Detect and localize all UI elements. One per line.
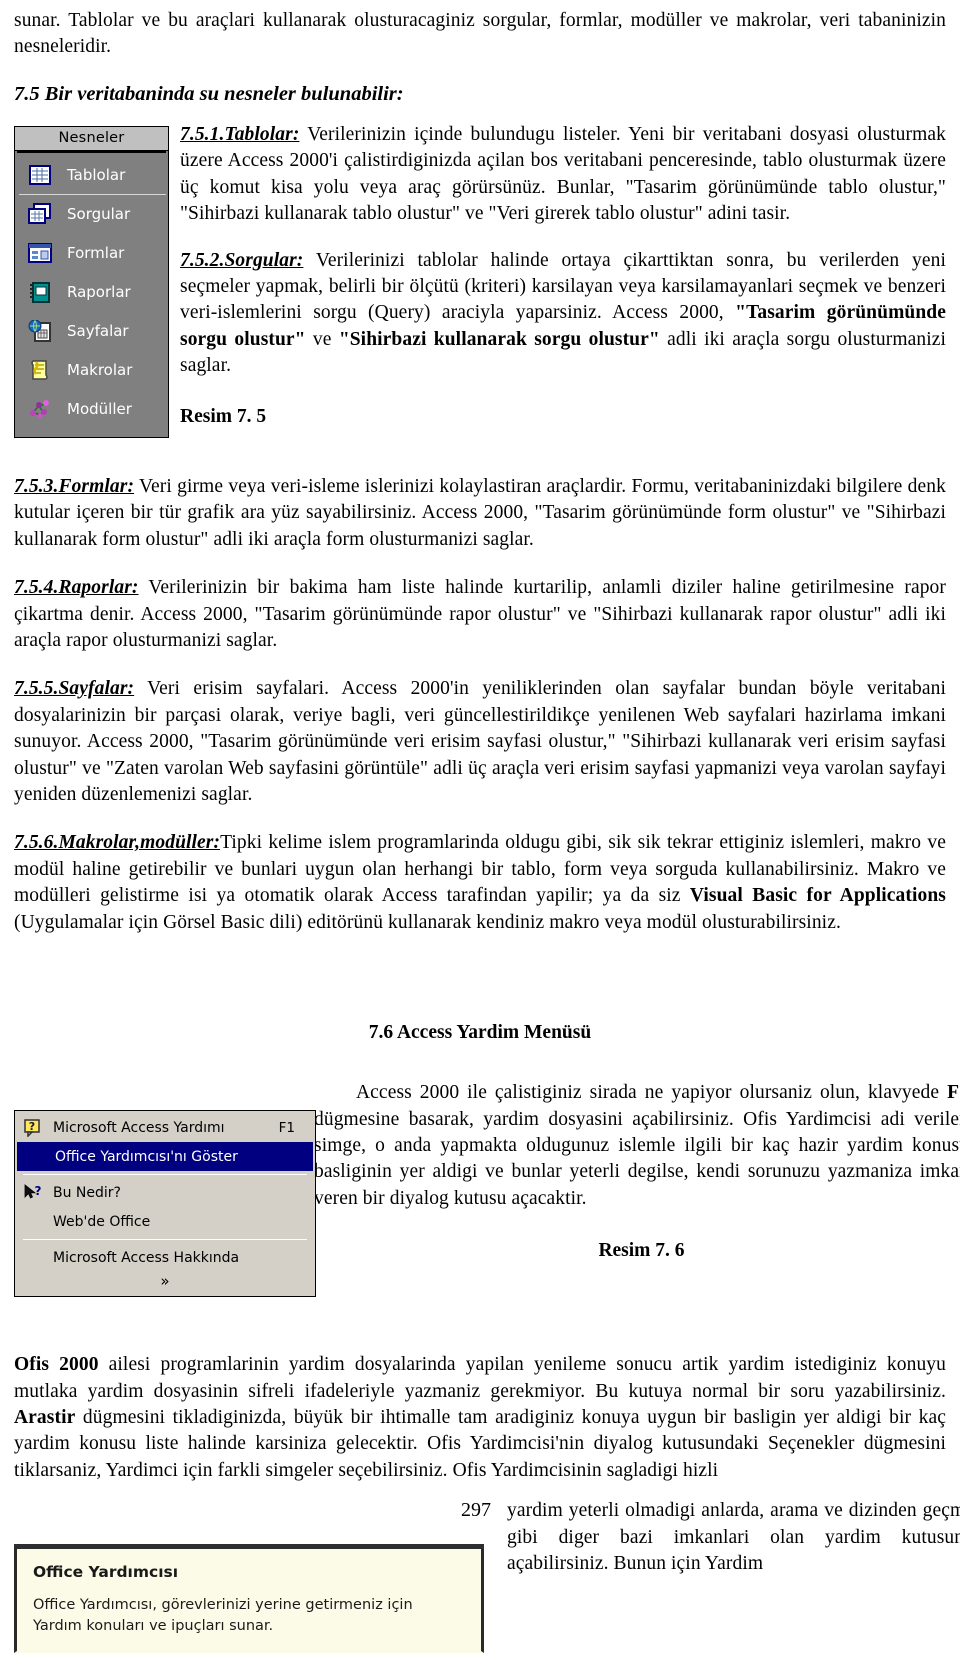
paragraph-7-5-2: 7.5.2.Sorgular: Verilerinizi tablolar ha… (180, 248, 946, 380)
chevron-down-icon[interactable]: » (15, 1272, 315, 1294)
bold-arastir: Arastir (14, 1407, 76, 1429)
top-zone: Nesneler Tablolar Sorgular Formlar Rapor… (14, 122, 946, 452)
access-item-label: Modüller (67, 400, 132, 419)
office-assistant-tooltip: Office Yardımcısı Office Yardımcısı, gör… (14, 1544, 484, 1653)
menu-item-label: Microsoft Access Hakkında (53, 1249, 240, 1266)
menu-item-label: Microsoft Access Yardımı (53, 1119, 225, 1136)
menu-item-office-yardimcisini-goster[interactable]: Office Yardımcısı'nı Göster (17, 1142, 313, 1172)
paragraph-text-after: dügmesine basarak, yardim dosyasini açab… (314, 1108, 960, 1209)
menu-item-microsoft-access-yardimi[interactable]: ? Microsoft Access Yardımı F1 (15, 1113, 315, 1142)
access-item-label: Formlar (67, 244, 125, 263)
paragraph-label: 7.5.6.Makrolar,modüller: (14, 832, 221, 854)
top-right-text-column: 7.5.1.Tablolar: Verilerinizin içinde bul… (180, 122, 946, 428)
access-item-label: Tablolar (67, 165, 126, 184)
paragraph-label: 7.5.5.Sayfalar: (14, 678, 135, 700)
access-objects-panel: Nesneler Tablolar Sorgular Formlar Rapor… (14, 125, 169, 438)
bold-lead-ofis2000: Ofis 2000 (14, 1354, 99, 1376)
caption-resim-7-5: Resim 7. 5 (180, 405, 267, 427)
page-number-value: 297 (461, 1499, 491, 1521)
page-number: 297 (0, 1499, 960, 1522)
arrow-question-icon: ? (21, 1184, 45, 1202)
paragraph-text: Veri girme veya veri-isleme islerinizi k… (14, 475, 946, 550)
paragraph-label: 7.5.1.Tablolar: (180, 123, 300, 145)
menu-item-webde-office[interactable]: Web'de Office (15, 1207, 315, 1236)
paragraph-text-mid: ve (305, 328, 339, 350)
caption-resim-7-6: Resim 7. 6 (598, 1240, 685, 1262)
menu-item-label: Office Yardımcısı'nı Göster (55, 1148, 238, 1165)
closing-text-2: dügmesini tikladiginizda, büyük bir ihti… (14, 1407, 946, 1481)
svg-text:?: ? (35, 1184, 42, 1198)
menu-separator (23, 1174, 307, 1176)
paragraph-label: 7.5.3.Formlar: (14, 475, 135, 497)
query-icon (27, 202, 53, 226)
access-objects-list: Tablolar Sorgular Formlar Raporlar Sayfa… (17, 150, 166, 435)
tooltip-line-2: Yardım konuları ve ipuçları sunar. (33, 1618, 274, 1635)
access-item-raporlar[interactable]: Raporlar (19, 273, 166, 312)
paragraph-7-5-5: 7.5.5.Sayfalar: Veri erisim sayfalari. A… (14, 676, 946, 808)
access-item-sorgular[interactable]: Sorgular (19, 195, 166, 234)
paragraph-label: 7.5.2.Sorgular: (180, 249, 304, 271)
section-76-heading: 7.6 Access Yardim Menüsü (368, 1022, 592, 1044)
closing-text-1: ailesi programlarinin yardim dosyalarind… (14, 1354, 946, 1402)
svg-text:?: ? (29, 1120, 35, 1133)
closing-paragraph: Ofis 2000 ailesi programlarinin yardim d… (14, 1352, 946, 1484)
access-item-label: Makrolar (67, 361, 133, 380)
access-item-moduller[interactable]: Modüller (19, 390, 166, 429)
paragraph-text-before: Access 2000 ile çalistiginiz sirada ne y… (356, 1082, 948, 1104)
section-75-heading: 7.5 Bir veritabaninda su nesneler buluna… (14, 82, 404, 105)
tooltip-title: Office Yardımcısı (33, 1563, 179, 1582)
intro-paragraph: sunar. Tablolar ve bu araçlari kullanara… (14, 10, 946, 58)
bold-phrase-2: "Sihirbazi kullanarak sorgu olustur" (338, 328, 660, 350)
access-item-label: Raporlar (67, 283, 131, 302)
menu-item-label: Bu Nedir? (53, 1184, 121, 1201)
paragraph-7-5-4: 7.5.4.Raporlar: Verilerinizin bir bakima… (14, 575, 946, 654)
access-item-formlar[interactable]: Formlar (19, 234, 166, 273)
tooltip-line-1: Office Yardımcısı, görevlerinizi yerine … (33, 1597, 413, 1614)
access-item-tablolar[interactable]: Tablolar (19, 155, 166, 195)
paragraph-7-6: Access 2000 ile çalistiginiz sirada ne y… (314, 1080, 960, 1212)
macro-icon (27, 358, 53, 382)
paragraph-7-5-3: 7.5.3.Formlar: Veri girme veya veri-isle… (14, 474, 946, 553)
menu-item-bu-nedir[interactable]: ? Bu Nedir? (15, 1178, 315, 1207)
paragraph-7-5-1: 7.5.1.Tablolar: Verilerinizin içinde bul… (180, 122, 946, 228)
menu-separator (23, 1239, 307, 1241)
menu-item-shortcut: F1 (278, 1119, 295, 1136)
module-icon (27, 397, 53, 421)
help-zone: ? Microsoft Access Yardımı F1 Office Yar… (14, 1080, 960, 1330)
menu-item-label: Web'de Office (53, 1213, 151, 1230)
section-76-text-column: Access 2000 ile çalistiginiz sirada ne y… (314, 1080, 960, 1262)
menu-item-microsoft-access-hakkinda[interactable]: Microsoft Access Hakkında (15, 1243, 315, 1272)
paragraph-7-5-6: 7.5.6.Makrolar,modüller:Tipki kelime isl… (14, 830, 946, 936)
paragraph-text: Verilerinizin bir bakima ham liste halin… (14, 577, 946, 651)
bold-key-f1: F1 (947, 1082, 960, 1104)
access-item-makrolar[interactable]: Makrolar (19, 351, 166, 390)
help-question-icon: ? (21, 1118, 45, 1137)
document-page: sunar. Tablolar ve bu araçlari kullanara… (0, 0, 960, 1653)
form-icon (27, 241, 53, 265)
page-icon (27, 319, 53, 343)
access-help-menu[interactable]: ? Microsoft Access Yardımı F1 Office Yar… (14, 1110, 316, 1298)
paragraph-text: Veri erisim sayfalari. Access 2000'in ye… (14, 678, 946, 806)
paragraph-label: 7.5.4.Raporlar: (14, 577, 139, 599)
tooltip-body: Office Yardımcısı Office Yardımcısı, gör… (14, 1549, 484, 1653)
access-panel-header: Nesneler (15, 126, 168, 151)
access-item-sayfalar[interactable]: Sayfalar (19, 312, 166, 351)
access-item-label: Sorgular (67, 205, 131, 224)
report-icon (27, 280, 53, 304)
bold-phrase-vba: Visual Basic for Applications (689, 885, 946, 907)
access-item-label: Sayfalar (67, 322, 129, 341)
paragraph-text-after: (Uygulamalar için Görsel Basic dili) edi… (14, 911, 841, 933)
table-icon (27, 163, 53, 187)
